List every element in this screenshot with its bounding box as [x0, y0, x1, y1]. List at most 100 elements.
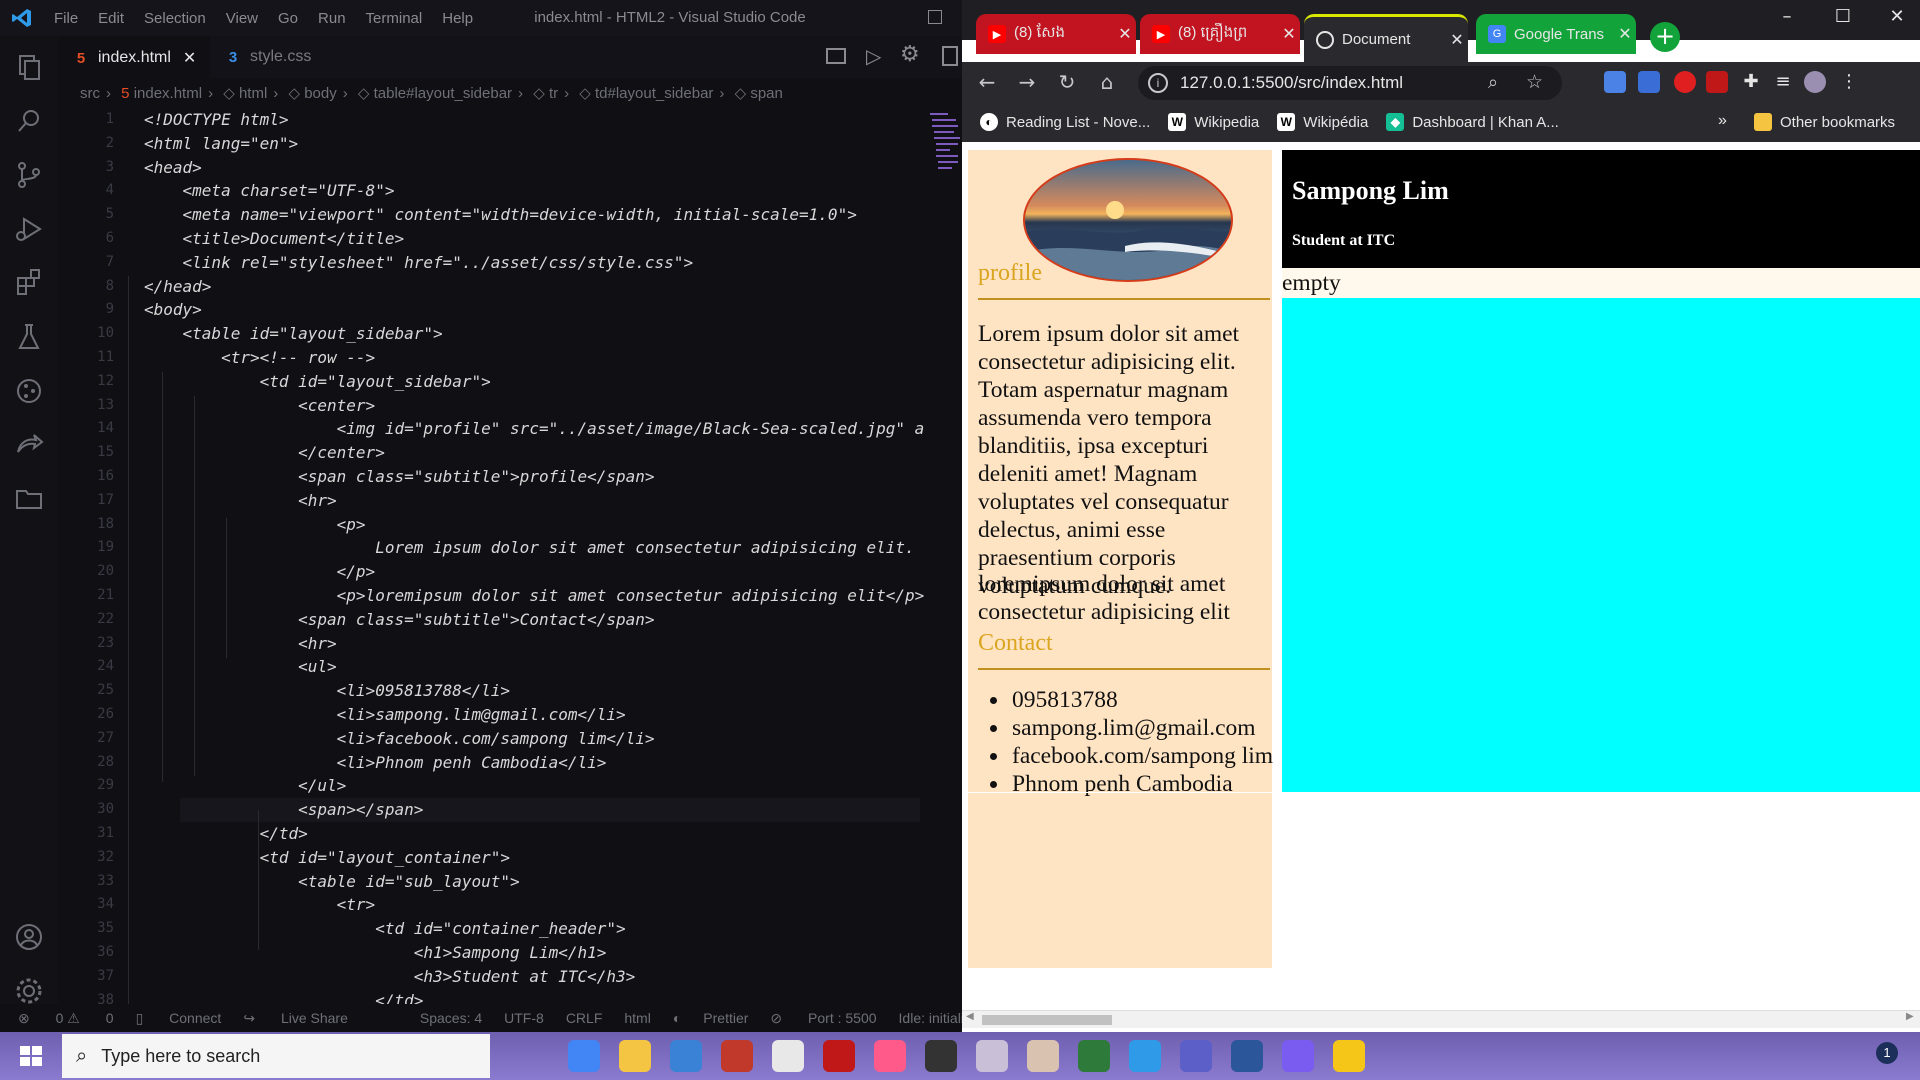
scroll-right-icon[interactable]: ▶ — [1906, 1011, 1914, 1022]
game-icon[interactable] — [721, 1040, 753, 1072]
itunes-icon[interactable] — [874, 1040, 906, 1072]
tab-youtube-1[interactable]: ▶ (8) សែង ✕ — [976, 14, 1136, 54]
adblock-extension-icon[interactable] — [1674, 71, 1696, 93]
problems-indicator[interactable]: ⊗ 0 ⚠ 0 — [18, 1010, 114, 1027]
theme-icon[interactable]: ◐ — [673, 1010, 681, 1026]
bookmark-wikipedia-fr[interactable]: W Wikipédia — [1277, 113, 1368, 131]
tab-index-html[interactable]: 5 index.html ✕ — [58, 36, 210, 78]
folder-icon[interactable] — [12, 482, 46, 516]
gear-icon[interactable]: ⚙ — [900, 42, 920, 67]
breadcrumb-item[interactable]: src — [80, 85, 100, 102]
other-bookmarks[interactable]: Other bookmarks — [1754, 113, 1895, 131]
close-tab-icon[interactable]: ✕ — [1614, 24, 1636, 44]
more-menu-icon[interactable]: ⋮ — [1838, 71, 1860, 93]
menu-file[interactable]: File — [44, 10, 88, 27]
acrobat-extension-icon[interactable] — [1706, 71, 1728, 93]
maximize-icon[interactable]: ☐ — [1828, 6, 1858, 32]
messenger-icon[interactable] — [1282, 1040, 1314, 1072]
explorer-icon[interactable] — [12, 50, 46, 84]
tab-style-css[interactable]: 3 style.css — [210, 36, 370, 78]
vscode-icon[interactable] — [1129, 1040, 1161, 1072]
back-icon[interactable]: ← — [972, 67, 1002, 97]
chrome-icon[interactable] — [568, 1040, 600, 1072]
media-control-icon[interactable]: ≡ — [1772, 71, 1794, 93]
bookmark-wikipedia[interactable]: W Wikipedia — [1168, 113, 1259, 131]
settings-gear-icon[interactable] — [12, 974, 46, 1008]
extensions-puzzle-icon[interactable]: ✚ — [1740, 71, 1762, 93]
tab-google-translate[interactable]: G Google Trans ✕ — [1476, 14, 1636, 54]
open-preview-icon[interactable] — [826, 48, 846, 64]
connect-status[interactable]: ▯ Connect — [136, 1010, 222, 1027]
breadcrumb-item[interactable]: td#layout_sidebar — [595, 85, 713, 102]
notification-badge[interactable]: 1 — [1876, 1042, 1898, 1064]
bookmark-star-icon[interactable]: ☆ — [1526, 71, 1543, 94]
minimize-icon[interactable]: – — [1772, 6, 1802, 32]
bookmark-khan-academy[interactable]: ◆ Dashboard | Khan A... — [1386, 113, 1559, 131]
close-window-icon[interactable]: ✕ — [1882, 6, 1912, 32]
game2-icon[interactable] — [976, 1040, 1008, 1072]
store-icon[interactable] — [772, 1040, 804, 1072]
home-icon[interactable]: ⌂ — [1092, 67, 1122, 97]
avatar[interactable] — [1804, 71, 1826, 93]
media-icon[interactable] — [925, 1040, 957, 1072]
menu-edit[interactable]: Edit — [88, 10, 134, 27]
menu-view[interactable]: View — [216, 10, 268, 27]
extensions-icon[interactable] — [12, 266, 46, 300]
translate-extension-icon[interactable] — [1604, 71, 1626, 93]
forward-icon[interactable]: → — [1012, 67, 1042, 97]
close-tab-icon[interactable]: ✕ — [1446, 30, 1468, 50]
account-icon[interactable] — [12, 920, 46, 954]
camera-extension-icon[interactable] — [1638, 71, 1660, 93]
restore-window-icon[interactable] — [928, 10, 942, 24]
teams-icon[interactable] — [1180, 1040, 1212, 1072]
indentation-status[interactable]: Spaces: 4 — [420, 1010, 482, 1026]
game3-icon[interactable] — [1027, 1040, 1059, 1072]
split-editor-icon[interactable] — [942, 46, 958, 66]
web-icon[interactable] — [1078, 1040, 1110, 1072]
bookmarks-overflow-icon[interactable]: » — [1718, 112, 1727, 130]
zoom-icon[interactable]: ⌕ — [1488, 72, 1498, 93]
eol-status[interactable]: CRLF — [566, 1010, 603, 1026]
reload-icon[interactable]: ↻ — [1052, 67, 1082, 97]
horizontal-scrollbar[interactable]: ◀ ▶ — [962, 1010, 1920, 1028]
search-icon[interactable] — [12, 104, 46, 138]
close-tab-icon[interactable]: ✕ — [183, 48, 196, 68]
code-editor[interactable]: 1 2 3 4 5 6 7 8 9 10 11 12 13 14 15 16 17 18 19 20 21 22 23 24 2… — [58, 108, 962, 1004]
new-tab-button[interactable]: + — [1650, 22, 1680, 52]
close-tab-icon[interactable]: ✕ — [1114, 24, 1136, 44]
word-icon[interactable] — [1231, 1040, 1263, 1072]
menu-run[interactable]: Run — [308, 10, 356, 27]
scroll-left-icon[interactable]: ◀ — [966, 1011, 974, 1022]
testing-icon[interactable] — [12, 320, 46, 354]
encoding-status[interactable]: UTF-8 — [504, 1010, 544, 1026]
bookmark-reading-list[interactable]: ◐ Reading List - Nove... — [980, 113, 1150, 131]
breadcrumb-item[interactable]: table#layout_sidebar — [374, 85, 512, 102]
minimap[interactable] — [928, 108, 962, 218]
menu-selection[interactable]: Selection — [134, 10, 216, 27]
breadcrumb-item[interactable]: body — [304, 85, 337, 102]
acrobat-icon[interactable] — [823, 1040, 855, 1072]
port-status[interactable]: ⊘ Port : 5500 — [770, 1010, 876, 1027]
taskbar-search[interactable]: ⌕ Type here to search — [62, 1034, 490, 1078]
breadcrumb-item[interactable]: html — [239, 85, 267, 102]
start-button[interactable] — [0, 1032, 62, 1080]
file-explorer-icon[interactable] — [619, 1040, 651, 1072]
tab-youtube-2[interactable]: ▶ (8) គ្រឿងព្រ ✕ — [1140, 14, 1300, 54]
git-graph-icon[interactable] — [12, 374, 46, 408]
address-bar[interactable]: i 127.0.0.1:5500/src/index.html ⌕ ☆ — [1138, 66, 1562, 100]
source-control-icon[interactable] — [12, 158, 46, 192]
site-info-icon[interactable]: i — [1148, 73, 1168, 93]
scrollbar-thumb[interactable] — [982, 1015, 1112, 1025]
breadcrumb-item[interactable]: tr — [549, 85, 558, 102]
breadcrumb-item[interactable]: span — [750, 85, 783, 102]
run-debug-icon[interactable] — [12, 212, 46, 246]
mail-icon[interactable] — [670, 1040, 702, 1072]
live-share-status[interactable]: ↪ Live Share — [243, 1010, 348, 1027]
prettier-status[interactable]: Prettier — [703, 1010, 748, 1026]
language-status[interactable]: html — [624, 1010, 650, 1026]
run-file-icon[interactable]: ▷ — [866, 44, 881, 68]
beeper-icon[interactable] — [1333, 1040, 1365, 1072]
menu-go[interactable]: Go — [268, 10, 308, 27]
close-tab-icon[interactable]: ✕ — [1278, 24, 1300, 44]
tab-document[interactable]: Document ✕ — [1304, 14, 1468, 62]
